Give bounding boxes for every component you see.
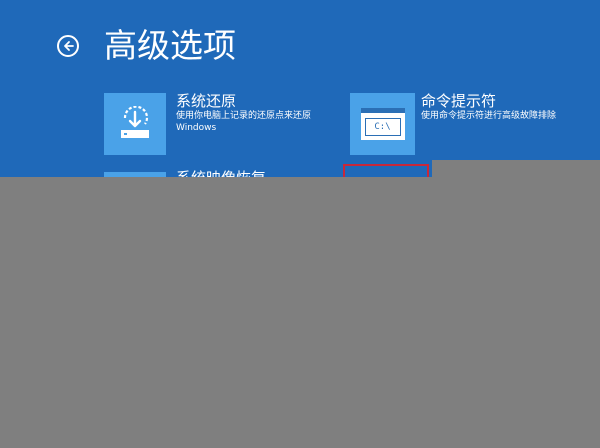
back-button[interactable] xyxy=(57,35,79,57)
option-title: 系统还原 xyxy=(176,92,237,110)
overlay-notch xyxy=(432,160,600,178)
system-restore-icon xyxy=(104,93,166,155)
cmd-prompt-text: C:\ xyxy=(364,118,401,136)
page-title: 高级选项 xyxy=(104,26,236,65)
option-title: 系统映像恢复 xyxy=(176,168,266,177)
option-description: 使用命令提示符进行高级故障排除 xyxy=(421,111,557,121)
option-description: 使用你电脑上记录的还原点来还原 Windows xyxy=(176,111,312,133)
back-arrow-icon xyxy=(62,40,74,52)
option-title: 命令提示符 xyxy=(421,92,497,110)
gray-overlay xyxy=(0,177,600,448)
command-prompt-icon: C:\ xyxy=(350,93,415,155)
highlight-box xyxy=(343,164,429,177)
